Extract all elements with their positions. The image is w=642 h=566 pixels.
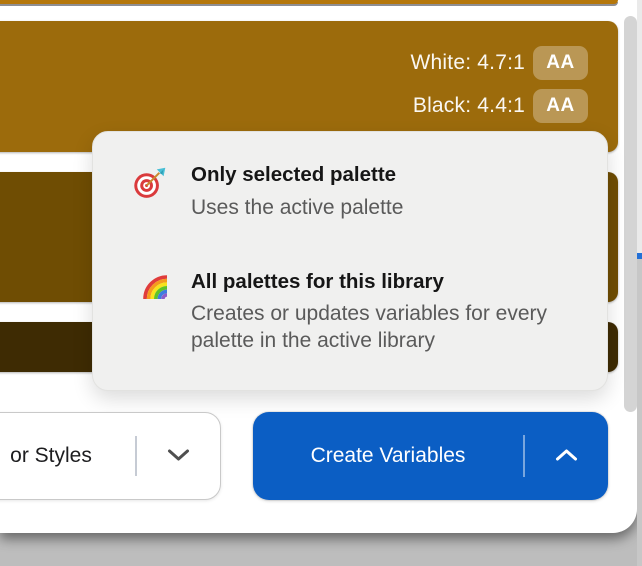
- menu-item-title: All palettes for this library: [191, 269, 444, 293]
- styles-button-label: or Styles: [10, 444, 92, 467]
- dart-target-emoji-icon: [133, 164, 169, 221]
- chevron-up-icon: [555, 444, 578, 468]
- white-contrast-label: White: 4.7:1: [410, 51, 525, 74]
- styles-dropdown-toggle[interactable]: [137, 413, 221, 499]
- screen-right-edge: [637, 0, 642, 566]
- plugin-window: White: 4.7:1 AA Black: 4.4:1 AA Only sel…: [0, 0, 637, 533]
- contrast-info: White: 4.7:1 AA Black: 4.4:1 AA: [411, 46, 588, 123]
- contrast-row-black: Black: 4.4:1 AA: [413, 89, 588, 123]
- wcag-aa-badge: AA: [533, 46, 588, 80]
- create-variables-button[interactable]: Create Variables: [253, 412, 608, 500]
- wcag-aa-badge: AA: [533, 89, 588, 123]
- menu-item-all-palettes[interactable]: All palettes for this library Creates or…: [133, 269, 577, 355]
- menu-item-title: Only selected palette: [191, 163, 397, 186]
- styles-split-button[interactable]: or Styles: [0, 412, 221, 500]
- black-contrast-label: Black: 4.4:1: [412, 94, 525, 117]
- menu-item-only-selected-palette[interactable]: Only selected palette Uses the active pa…: [133, 163, 577, 221]
- menu-item-text: Only selected palette Uses the active pa…: [191, 163, 577, 221]
- contrast-row-white: White: 4.7:1 AA: [411, 46, 588, 80]
- create-variables-dropdown-menu: Only selected palette Uses the active pa…: [92, 131, 608, 391]
- chevron-down-icon: [167, 444, 190, 468]
- create-variables-button-label: Create Variables: [310, 444, 466, 467]
- edge-segment-top: [637, 0, 642, 253]
- edge-segment-bottom: [637, 259, 642, 566]
- menu-item-text: All palettes for this library Creates or…: [191, 269, 577, 355]
- rainbow-emoji-icon: [133, 271, 169, 355]
- menu-item-description: Uses the active palette: [191, 195, 404, 219]
- menu-item-description: Creates or updates variables for every p…: [191, 302, 548, 353]
- scrollbar-thumb[interactable]: [624, 16, 637, 412]
- create-variables-dropdown-toggle[interactable]: [525, 412, 609, 500]
- palette-swatch-row-top[interactable]: [0, 0, 618, 4]
